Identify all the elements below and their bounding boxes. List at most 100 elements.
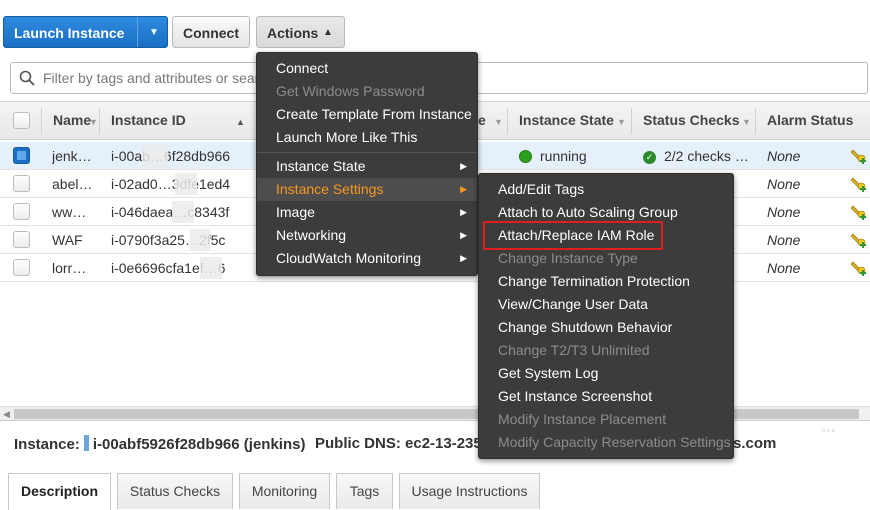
instance-summary: Instance: i-00abf5926f28db966 (jenkins): [14, 435, 305, 453]
column-alarm-label: Alarm Status: [767, 112, 854, 128]
sort-icon[interactable]: ▼: [490, 102, 504, 139]
menu-item-connect[interactable]: Connect: [257, 57, 477, 80]
toolbar: Launch Instance ▼ Connect Actions ▲: [0, 0, 870, 60]
chevron-right-icon: ▶: [460, 207, 467, 217]
tab-monitoring[interactable]: Monitoring: [239, 473, 330, 509]
create-alarm-icon[interactable]: [850, 231, 868, 249]
split-divider: [137, 17, 138, 47]
column-header-status-checks[interactable]: Status Checks: [643, 102, 743, 139]
resize-grip-icon[interactable]: ▫▫▫: [822, 426, 837, 435]
instance-state-text: running: [540, 148, 587, 164]
submenu-item-modify-capacity-reservation[interactable]: Modify Capacity Reservation Settings: [479, 431, 733, 454]
menu-item-image[interactable]: Image ▶: [257, 201, 477, 224]
status-checks: ✓ 2/2 checks …: [643, 142, 748, 170]
column-separator: [507, 108, 508, 134]
submenu-item-modify-instance-placement[interactable]: Modify Instance Placement: [479, 408, 733, 431]
chevron-right-icon: ▶: [460, 161, 467, 171]
create-alarm-icon[interactable]: [850, 175, 868, 193]
instance-settings-submenu: Add/Edit Tags Attach to Auto Scaling Gro…: [478, 173, 734, 459]
menu-item-label: Instance Settings: [276, 181, 384, 197]
horizontal-scrollbar[interactable]: ◀: [0, 406, 870, 420]
actions-button[interactable]: Actions ▲: [256, 16, 345, 48]
redaction: [142, 145, 168, 167]
column-header-instance-id[interactable]: Instance ID: [111, 102, 231, 139]
create-alarm-icon[interactable]: [850, 147, 868, 165]
menu-item-label: Image: [276, 204, 315, 220]
column-header-alarm-status[interactable]: Alarm Status: [767, 102, 867, 139]
instance-label: Instance:: [14, 436, 80, 453]
chevron-right-icon: ▶: [460, 253, 467, 263]
chevron-down-icon[interactable]: ▼: [141, 17, 167, 49]
alarm-status: None: [767, 232, 801, 248]
status-checks-text: 2/2 checks …: [664, 148, 748, 164]
menu-item-instance-settings[interactable]: Instance Settings ▶: [257, 178, 477, 201]
connect-button[interactable]: Connect: [172, 16, 250, 48]
column-separator: [631, 108, 632, 134]
public-dns-value: ec2-13-235-: [405, 435, 487, 452]
instance-value: i-00abf5926f28db966 (jenkins): [92, 436, 306, 453]
menu-item-label: Instance State: [276, 158, 366, 174]
row-checkbox[interactable]: [13, 231, 30, 248]
column-type-label: e: [478, 112, 486, 128]
tab-description[interactable]: Description: [8, 473, 111, 510]
alarm-status: None: [767, 204, 801, 220]
tab-status-checks[interactable]: Status Checks: [117, 473, 233, 509]
public-dns-tail: s.com: [733, 435, 777, 452]
row-checkbox[interactable]: [13, 147, 30, 164]
row-checkbox[interactable]: [13, 259, 30, 276]
actions-label: Actions: [267, 25, 319, 41]
menu-item-instance-state[interactable]: Instance State ▶: [257, 155, 477, 178]
tab-usage-instructions[interactable]: Usage Instructions: [399, 473, 540, 509]
instance-id: i-00ab…6f28db966: [111, 148, 231, 164]
column-instance-id-label: Instance ID: [111, 112, 186, 128]
column-separator: [41, 108, 42, 134]
submenu-item-get-system-log[interactable]: Get System Log: [479, 362, 733, 385]
sort-icon[interactable]: ▼: [613, 102, 627, 139]
create-alarm-icon[interactable]: [850, 259, 868, 277]
instance-state: running: [519, 142, 629, 170]
submenu-item-change-termination-protection[interactable]: Change Termination Protection: [479, 270, 733, 293]
instance-details-pane: ▫▫▫ Instance: i-00abf5926f28db966 (jenkin…: [0, 420, 870, 510]
sort-icon[interactable]: ▼: [738, 102, 752, 139]
row-checkbox[interactable]: [13, 203, 30, 220]
check-icon: ✓: [643, 151, 656, 164]
instance-id: i-0790f3a25…2f5c: [111, 232, 226, 248]
instance-name: ww…: [52, 204, 87, 220]
menu-item-label: CloudWatch Monitoring: [276, 250, 421, 266]
chevron-right-icon: ▶: [460, 230, 467, 240]
column-status-label: Status Checks: [643, 112, 740, 128]
sort-icon[interactable]: ▼: [85, 102, 97, 139]
highlight-outline: [483, 221, 663, 250]
create-alarm-icon[interactable]: [850, 203, 868, 221]
menu-item-launch-more-like-this[interactable]: Launch More Like This: [257, 126, 477, 149]
submenu-item-get-instance-screenshot[interactable]: Get Instance Screenshot: [479, 385, 733, 408]
menu-separator: [257, 152, 477, 153]
instance-name: WAF: [52, 232, 83, 248]
submenu-item-change-instance-type[interactable]: Change Instance Type: [479, 247, 733, 270]
search-icon: [19, 70, 35, 86]
public-dns-label: Public DNS:: [315, 435, 401, 452]
menu-item-networking[interactable]: Networking ▶: [257, 224, 477, 247]
submenu-item-change-shutdown-behavior[interactable]: Change Shutdown Behavior: [479, 316, 733, 339]
scroll-left-icon[interactable]: ◀: [3, 407, 10, 421]
column-header-instance-type[interactable]: e: [478, 102, 490, 139]
submenu-item-add-edit-tags[interactable]: Add/Edit Tags: [479, 178, 733, 201]
tab-tags[interactable]: Tags: [336, 473, 393, 509]
select-all-checkbox[interactable]: [13, 112, 30, 129]
column-header-instance-state[interactable]: Instance State: [519, 102, 619, 139]
menu-item-get-windows-password[interactable]: Get Windows Password: [257, 80, 477, 103]
submenu-item-view-change-user-data[interactable]: View/Change User Data: [479, 293, 733, 316]
chevron-right-icon: ▶: [460, 184, 467, 194]
launch-instance-button[interactable]: Launch Instance ▼: [3, 16, 168, 48]
menu-item-create-template[interactable]: Create Template From Instance: [257, 103, 477, 126]
row-checkbox[interactable]: [13, 175, 30, 192]
public-dns-summary: Public DNS: ec2-13-235-: [315, 435, 487, 452]
alarm-status: None: [767, 176, 801, 192]
redaction: [190, 229, 210, 251]
submenu-item-change-t2-t3-unlimited[interactable]: Change T2/T3 Unlimited: [479, 339, 733, 362]
column-separator: [755, 108, 756, 134]
menu-item-cloudwatch-monitoring[interactable]: CloudWatch Monitoring ▶: [257, 247, 477, 270]
running-status-icon: [519, 150, 532, 163]
column-separator: [99, 108, 100, 134]
sort-ascending-icon[interactable]: ▲: [232, 102, 246, 139]
